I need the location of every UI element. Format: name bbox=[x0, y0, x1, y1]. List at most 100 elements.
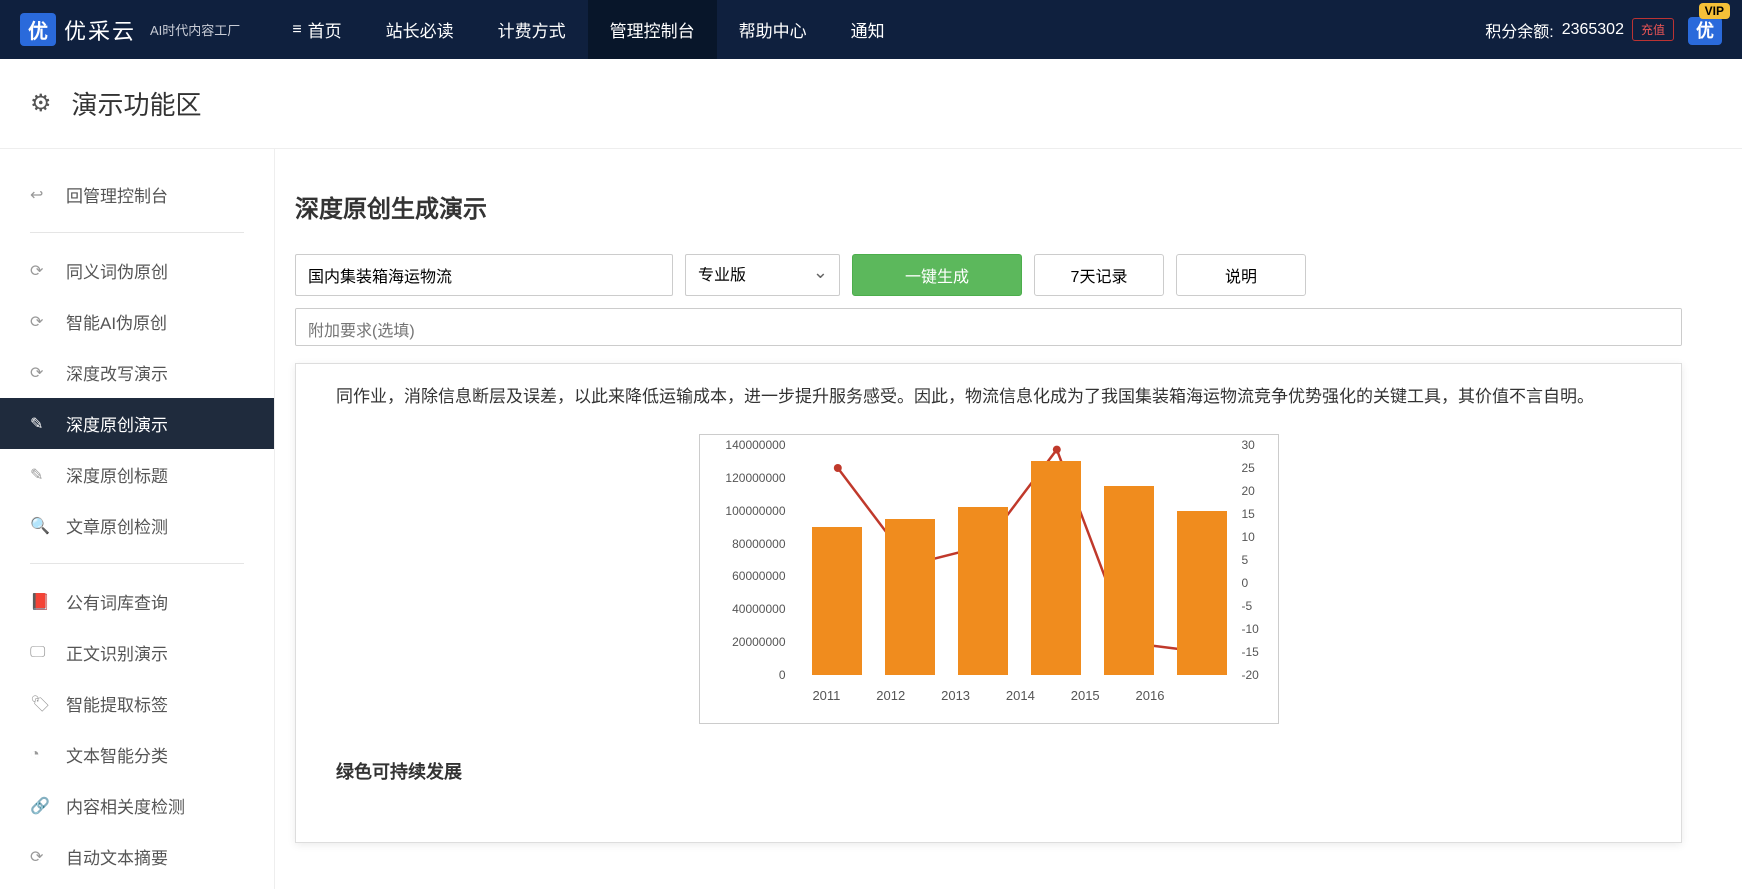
sidebar-item[interactable]: ⟳ 深度改写演示 bbox=[0, 347, 274, 398]
x-label: 2013 bbox=[941, 683, 970, 709]
list-icon: ≡ bbox=[292, 21, 301, 39]
sidebar-icon: ⟳ bbox=[30, 261, 50, 281]
y-right-tick: -10 bbox=[1242, 617, 1259, 641]
nav-item[interactable]: 帮助中心 bbox=[717, 0, 829, 59]
sidebar-icon: ✎ bbox=[30, 465, 50, 485]
y-right-tick: 15 bbox=[1242, 502, 1255, 526]
sidebar-label: 智能AI伪原创 bbox=[66, 309, 167, 334]
section-heading: 绿色可持续发展 bbox=[336, 754, 1641, 790]
chart-bar bbox=[1177, 511, 1227, 675]
nav-label: 首页 bbox=[308, 17, 342, 42]
sidebar: ↩回管理控制台⟳同义词伪原创⟳智能AI伪原创⟳深度改写演示✎深度原创演示✎深度原… bbox=[0, 149, 275, 889]
sidebar-label: 正文识别演示 bbox=[66, 640, 168, 665]
y-left-tick: 20000000 bbox=[732, 630, 785, 654]
controls-row: 专业版 一键生成 7天记录 说明 bbox=[295, 254, 1682, 296]
content-title: 深度原创生成演示 bbox=[295, 189, 1682, 224]
help-button[interactable]: 说明 bbox=[1176, 254, 1306, 296]
sidebar-item[interactable]: ⟳同义词伪原创 bbox=[0, 245, 274, 296]
mode-select[interactable]: 专业版 bbox=[685, 254, 840, 296]
chart-bar bbox=[812, 527, 862, 675]
chart-bar bbox=[1031, 461, 1081, 675]
generate-button[interactable]: 一键生成 bbox=[852, 254, 1022, 296]
top-right: 积分余额: 2365302 充值 VIP 优 bbox=[1485, 17, 1722, 43]
nav-item[interactable]: 管理控制台 bbox=[588, 0, 717, 59]
sidebar-icon: ⟳ bbox=[30, 847, 50, 867]
y-right-tick: -15 bbox=[1242, 640, 1259, 664]
output-panel[interactable]: 同作业，消除信息断层及误差，以此来降低运输成本，进一步提升服务感受。因此，物流信… bbox=[295, 363, 1682, 843]
sidebar-label: 智能提取标签 bbox=[66, 691, 168, 716]
x-label: 2011 bbox=[812, 683, 840, 709]
gear-icon: ⚙ bbox=[30, 89, 52, 118]
vip-badge-wrap[interactable]: VIP 优 bbox=[1688, 17, 1722, 43]
nav-item[interactable]: 通知 bbox=[829, 0, 907, 59]
y-left-tick: 0 bbox=[779, 663, 786, 687]
sidebar-icon: ↩ bbox=[30, 185, 50, 205]
sidebar-label: 文本智能分类 bbox=[66, 742, 168, 767]
sidebar-label: 深度原创标题 bbox=[66, 462, 168, 487]
logo-subtitle: AI时代内容工厂 bbox=[150, 20, 240, 39]
y-right-tick: 10 bbox=[1242, 525, 1255, 549]
nav-item[interactable]: 站长必读 bbox=[364, 0, 476, 59]
sidebar-item[interactable]: 🔍 文章原创检测 bbox=[0, 500, 274, 551]
sidebar-icon: 📕 bbox=[30, 592, 50, 612]
y-right-tick: 25 bbox=[1242, 456, 1255, 480]
sidebar-label: 深度原创演示 bbox=[66, 411, 168, 436]
sidebar-icon: ◔ bbox=[30, 746, 50, 764]
y-right-tick: -20 bbox=[1242, 663, 1259, 687]
logo[interactable]: 优 优采云 AI时代内容工厂 bbox=[20, 13, 240, 46]
page-title: 演示功能区 bbox=[72, 85, 202, 122]
sidebar-item[interactable]: ↩回管理控制台 bbox=[0, 169, 274, 220]
nav-item[interactable]: 计费方式 bbox=[476, 0, 588, 59]
vip-badge: VIP bbox=[1699, 3, 1730, 19]
sidebar-icon: 🏷 bbox=[30, 694, 50, 714]
x-label: 2014 bbox=[1006, 683, 1035, 709]
nav-label: 计费方式 bbox=[498, 17, 566, 42]
y-right-tick: -5 bbox=[1242, 594, 1253, 618]
sidebar-icon: 🔍 bbox=[30, 516, 50, 536]
points-label: 积分余额: bbox=[1485, 18, 1553, 42]
x-label: 2015 bbox=[1071, 683, 1100, 709]
y-left-tick: 140000000 bbox=[725, 433, 785, 457]
subheader: ⚙ 演示功能区 bbox=[0, 59, 1742, 149]
y-right-tick: 5 bbox=[1242, 548, 1249, 572]
y-left-tick: 120000000 bbox=[725, 466, 785, 490]
y-right-tick: 20 bbox=[1242, 479, 1255, 503]
extra-input[interactable] bbox=[295, 308, 1682, 346]
keyword-input[interactable] bbox=[295, 254, 673, 296]
sidebar-item[interactable]: ✎ 深度原创演示 bbox=[0, 398, 274, 449]
sidebar-label: 文章原创检测 bbox=[66, 513, 168, 538]
sidebar-icon: 🔗 bbox=[30, 796, 50, 816]
logo-text: 优采云 bbox=[64, 14, 136, 46]
output-paragraph: 同作业，消除信息断层及误差，以此来降低运输成本，进一步提升服务感受。因此，物流信… bbox=[336, 380, 1641, 414]
sidebar-item[interactable]: 📕 公有词库查询 bbox=[0, 576, 274, 627]
history-button[interactable]: 7天记录 bbox=[1034, 254, 1164, 296]
content: 深度原创生成演示 专业版 一键生成 7天记录 说明 同作业，消除信息断层及误差，… bbox=[275, 149, 1742, 889]
sidebar-icon: ⟳ bbox=[30, 312, 50, 332]
nav-item[interactable]: ≡ 首页 bbox=[270, 0, 363, 59]
sidebar-label: 公有词库查询 bbox=[66, 589, 168, 614]
chart-bar bbox=[958, 507, 1008, 675]
sidebar-item[interactable]: 🔗 内容相关度检测 bbox=[0, 780, 274, 831]
nav-label: 帮助中心 bbox=[739, 17, 807, 42]
sidebar-label: 内容相关度检测 bbox=[66, 793, 185, 818]
main-nav: ≡ 首页站长必读计费方式管理控制台帮助中心通知 bbox=[270, 0, 906, 59]
sidebar-icon: ✎ bbox=[30, 414, 50, 434]
y-right-tick: 0 bbox=[1242, 571, 1249, 595]
vip-logo: 优 bbox=[1688, 17, 1722, 45]
y-left-tick: 100000000 bbox=[725, 499, 785, 523]
chart-bar bbox=[1104, 486, 1154, 675]
top-navbar: 优 优采云 AI时代内容工厂 ≡ 首页站长必读计费方式管理控制台帮助中心通知 积分… bbox=[0, 0, 1742, 59]
sidebar-item[interactable]: ⟳ 智能AI伪原创 bbox=[0, 296, 274, 347]
recharge-button[interactable]: 充值 bbox=[1632, 18, 1674, 41]
y-right-tick: 30 bbox=[1242, 433, 1255, 457]
sidebar-icon: ⟳ bbox=[30, 363, 50, 383]
chart: 0200000004000000060000000800000001000000… bbox=[699, 434, 1279, 724]
points-value: 2365302 bbox=[1562, 21, 1624, 39]
logo-badge: 优 bbox=[20, 13, 56, 46]
sidebar-item[interactable]: ✎ 深度原创标题 bbox=[0, 449, 274, 500]
sidebar-item[interactable]: 🖵正文识别演示 bbox=[0, 627, 274, 678]
sidebar-item[interactable]: ⟳自动文本摘要 bbox=[0, 831, 274, 882]
sidebar-label: 深度改写演示 bbox=[66, 360, 168, 385]
sidebar-item[interactable]: ◔ 文本智能分类 bbox=[0, 729, 274, 780]
sidebar-item[interactable]: 🏷 智能提取标签 bbox=[0, 678, 274, 729]
